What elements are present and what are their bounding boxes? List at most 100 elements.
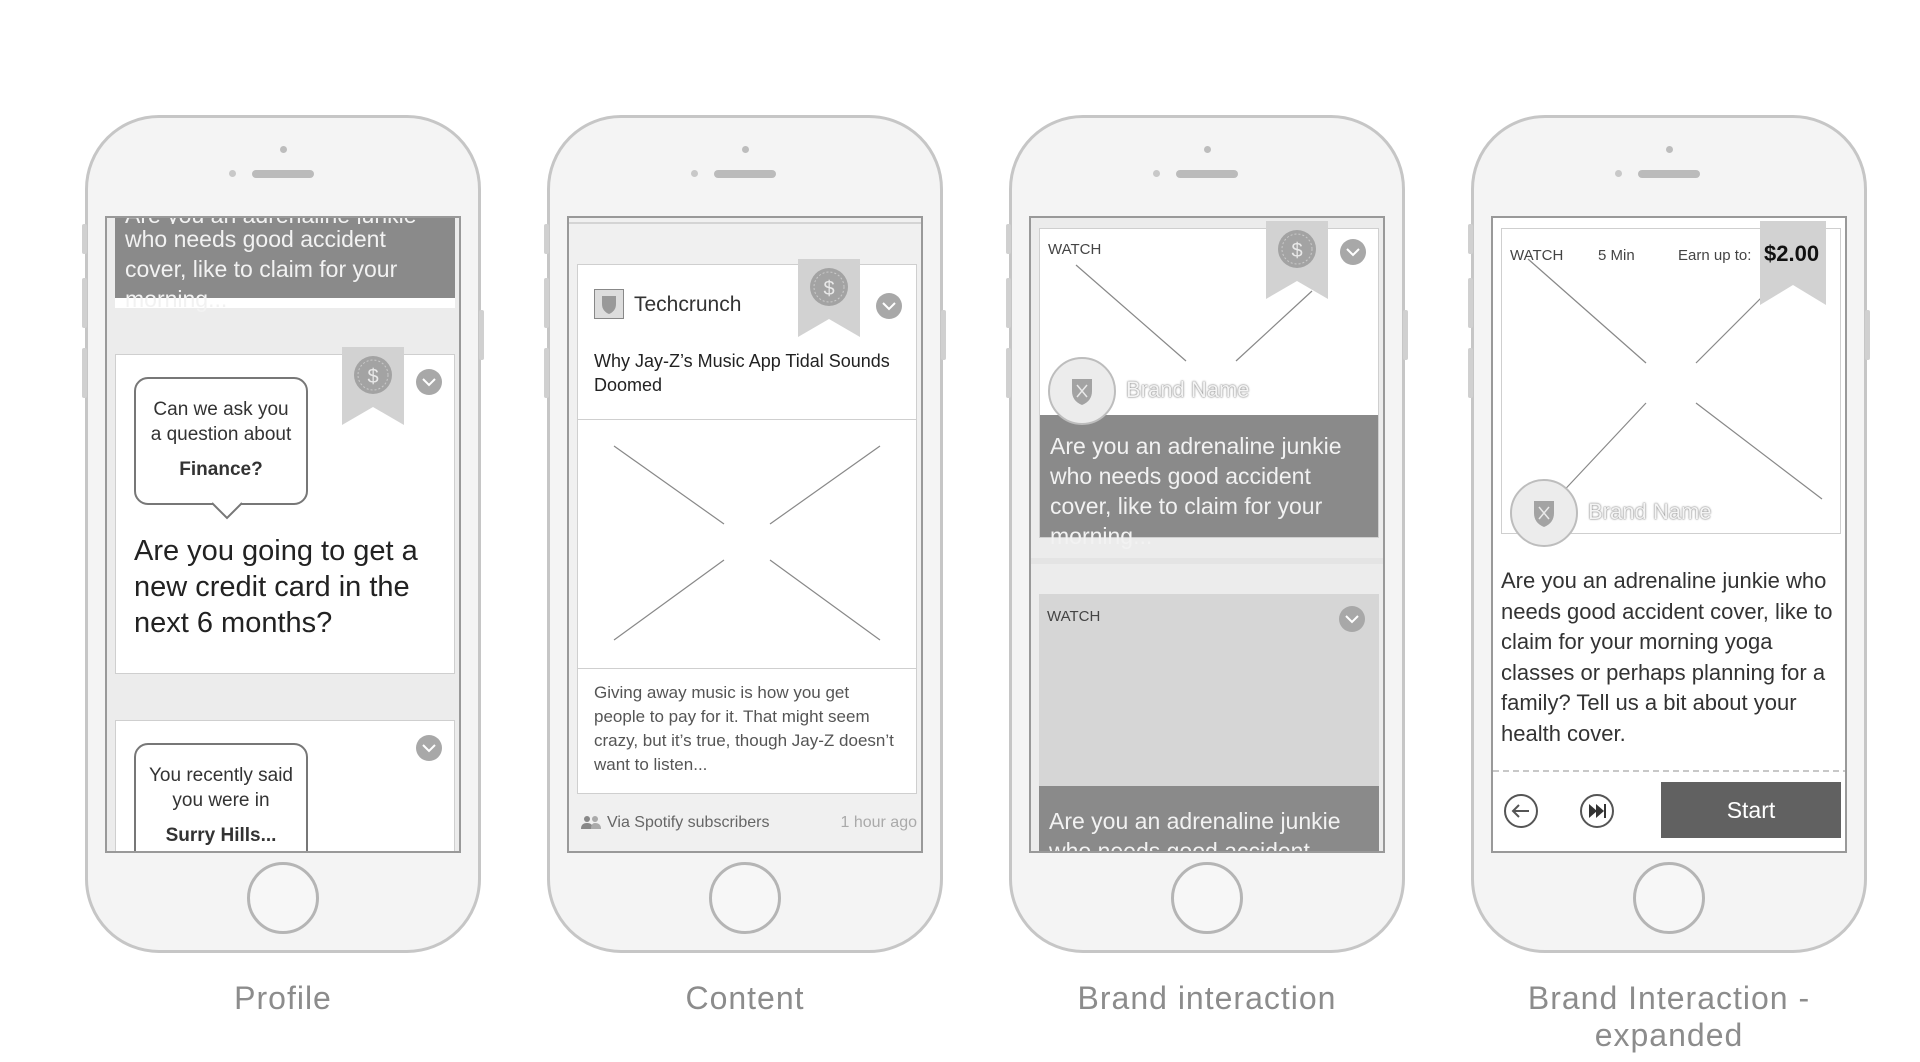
volume-button xyxy=(1006,348,1011,398)
caption-profile: Profile xyxy=(234,980,332,1016)
volume-button xyxy=(82,224,87,254)
phone-profile: Are you an adrenaline junkie who needs g… xyxy=(82,115,484,953)
source-name: Techcrunch xyxy=(634,293,742,316)
start-button[interactable]: Start xyxy=(1661,782,1841,838)
back-button[interactable] xyxy=(1503,793,1539,829)
bubble-tail xyxy=(212,502,242,520)
home-button[interactable] xyxy=(1171,862,1243,934)
bubble-line: you were in xyxy=(172,790,270,811)
profile-location-card[interactable]: You recently said you were in Surry Hill… xyxy=(115,720,455,851)
sensor-dot xyxy=(691,170,698,177)
top-divider xyxy=(569,222,921,224)
dollar-ribbon-icon: $ xyxy=(798,259,860,337)
ad-text: who needs good accident cover, like to c… xyxy=(125,226,398,312)
watch-label: WATCH xyxy=(1047,608,1101,625)
brand-name[interactable]: Brand Name xyxy=(1588,499,1712,525)
phone-brand: WATCH $ Are you an adrenaline junkie who… xyxy=(1006,115,1408,953)
brand-name[interactable]: Brand Name xyxy=(1126,377,1250,403)
power-button xyxy=(941,310,946,360)
location-bubble: You recently said you were in Surry Hill… xyxy=(134,743,308,851)
bubble-line: a question about xyxy=(150,424,292,445)
brand-text-bar: Are you an adrenaline junkie who needs g… xyxy=(1040,415,1378,549)
controls-divider xyxy=(1493,770,1845,772)
sensor-dot xyxy=(229,170,236,177)
brand-video-card-2[interactable]: WATCH Are you an adrenaline junkie who n… xyxy=(1039,594,1379,853)
bubble-line: You recently said xyxy=(148,765,293,786)
speaker-grille xyxy=(1176,170,1238,178)
volume-button xyxy=(1468,348,1473,398)
divider xyxy=(1031,558,1383,564)
ad-text-bar: Are you an adrenaline junkie who needs g… xyxy=(115,218,455,312)
caption-content: Content xyxy=(685,980,805,1016)
ad-text-partial: Are you an adrenaline junkie xyxy=(125,218,445,224)
chevron-down-icon[interactable] xyxy=(416,735,442,761)
bubble-topic: Surry Hills... xyxy=(165,825,277,846)
chevron-down-icon[interactable] xyxy=(1339,606,1365,632)
timestamp: 1 hour ago xyxy=(840,814,917,831)
bubble-topic: Finance? xyxy=(179,459,263,480)
expanded-video-area[interactable]: WATCH 5 Min Earn up to: $2.00 Brand Name xyxy=(1501,221,1841,547)
skip-button[interactable] xyxy=(1579,793,1615,829)
via-source: Via Spotify subscribers xyxy=(607,814,770,831)
phone-brand-expanded: WATCH 5 Min Earn up to: $2.00 Brand Name… xyxy=(1468,115,1870,953)
caption-brand: Brand interaction xyxy=(1077,980,1337,1016)
volume-button xyxy=(1006,224,1011,254)
brand-card-text: Are you an adrenaline junkie who needs g… xyxy=(1049,808,1341,853)
chevron-down-icon[interactable] xyxy=(1340,239,1366,265)
article-footer: Via Spotify subscribers 1 hour ago xyxy=(577,810,917,840)
users-icon xyxy=(581,816,601,829)
screen: Techcrunch $ Why Jay-Z’s Music App Tidal… xyxy=(567,216,923,853)
question-bubble: Can we ask you a question about Finance? xyxy=(134,377,308,505)
bubble-line: Can we ask you xyxy=(153,399,289,420)
svg-text:$: $ xyxy=(1291,240,1302,262)
brand-card-text: Are you an adrenaline junkie who needs g… xyxy=(1050,433,1342,549)
image-placeholder xyxy=(578,419,916,669)
dollar-ribbon-icon: $ xyxy=(342,347,404,425)
volume-button xyxy=(544,224,549,254)
article-headline[interactable]: Why Jay-Z’s Music App Tidal Sounds Doome… xyxy=(594,349,904,397)
chevron-down-icon[interactable] xyxy=(416,369,442,395)
volume-button xyxy=(544,348,549,398)
article-excerpt: Giving away music is how you get people … xyxy=(594,683,894,774)
speaker-grille xyxy=(1638,170,1700,178)
ad-card-partial[interactable]: Are you an adrenaline junkie who needs g… xyxy=(115,218,455,312)
brand-text-bar: Are you an adrenaline junkie who needs g… xyxy=(1039,786,1379,853)
screen: WATCH 5 Min Earn up to: $2.00 Brand Name… xyxy=(1491,216,1847,853)
svg-text:$: $ xyxy=(823,278,834,300)
power-button xyxy=(1403,310,1408,360)
screen: Are you an adrenaline junkie who needs g… xyxy=(105,216,461,853)
camera-dot xyxy=(1204,146,1211,153)
phone-content: Techcrunch $ Why Jay-Z’s Music App Tidal… xyxy=(544,115,946,953)
volume-button xyxy=(1468,278,1473,328)
expanded-body: Are you an adrenaline junkie who needs g… xyxy=(1501,568,1833,746)
brand-video-card[interactable]: WATCH $ Are you an adrenaline junkie who… xyxy=(1039,221,1379,549)
arrow-left-icon xyxy=(1504,794,1538,828)
volume-button xyxy=(544,278,549,328)
svg-text:$: $ xyxy=(367,366,378,388)
question-text: Are you going to get a new credit card i… xyxy=(134,535,418,639)
power-button xyxy=(1865,310,1870,360)
chevron-down-icon[interactable] xyxy=(876,293,902,319)
volume-button xyxy=(1006,278,1011,328)
screen: WATCH $ Are you an adrenaline junkie who… xyxy=(1029,216,1385,853)
home-button[interactable] xyxy=(247,862,319,934)
speaker-grille xyxy=(252,170,314,178)
article-card[interactable]: Techcrunch $ Why Jay-Z’s Music App Tidal… xyxy=(577,259,917,794)
profile-question-card[interactable]: $ Can we ask you a question about Financ… xyxy=(115,347,455,674)
dollar-ribbon-icon: $ xyxy=(1266,221,1328,299)
brand-logo[interactable] xyxy=(1510,479,1578,547)
volume-button xyxy=(82,348,87,398)
sensor-dot xyxy=(1153,170,1160,177)
home-button[interactable] xyxy=(709,862,781,934)
camera-dot xyxy=(1666,146,1673,153)
brand-logo[interactable] xyxy=(1048,357,1116,425)
sensor-dot xyxy=(1615,170,1622,177)
image-placeholder-cross xyxy=(613,445,881,641)
power-button xyxy=(479,310,484,360)
fast-forward-icon xyxy=(1580,794,1614,828)
speaker-grille xyxy=(714,170,776,178)
caption-expanded: Brand Interaction - expanded xyxy=(1527,980,1811,1053)
volume-button xyxy=(1468,224,1473,254)
source-logo-icon xyxy=(594,289,624,319)
home-button[interactable] xyxy=(1633,862,1705,934)
